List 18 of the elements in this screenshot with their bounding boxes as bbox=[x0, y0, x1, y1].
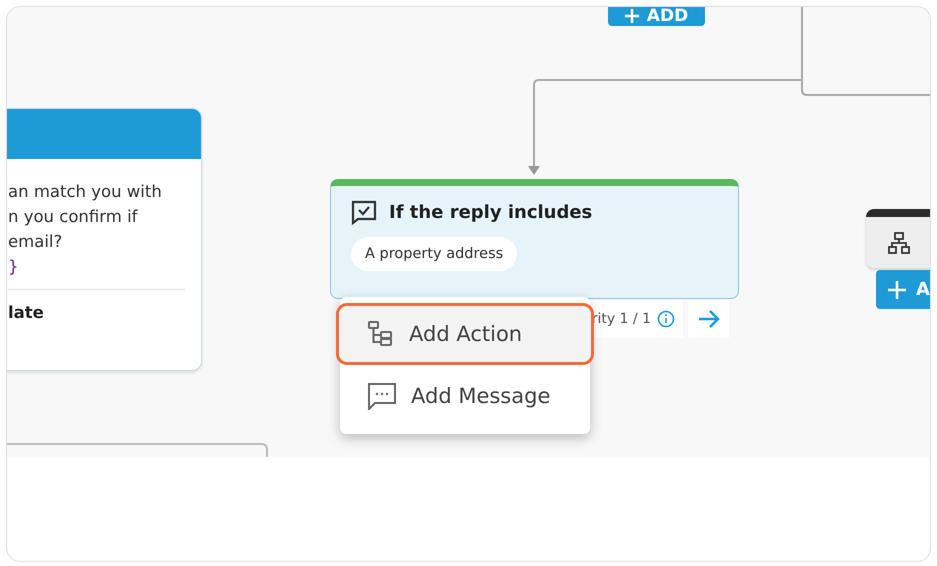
card-footer-label: late bbox=[8, 302, 45, 324]
plus-icon bbox=[888, 280, 906, 298]
message-icon bbox=[367, 382, 397, 410]
menu-item[interactable]: Add Message bbox=[336, 365, 594, 427]
sitemap-icon bbox=[888, 232, 910, 254]
condition-title: If the reply includes bbox=[389, 202, 592, 223]
chat-check-icon bbox=[351, 200, 377, 225]
message-line: n you confirm if bbox=[8, 206, 139, 228]
variable-text: } bbox=[8, 256, 20, 278]
next-button[interactable] bbox=[688, 300, 729, 338]
message-line: an match you with bbox=[8, 181, 163, 203]
message-line: email? bbox=[8, 231, 64, 253]
hierarchy-icon bbox=[367, 320, 395, 348]
menu-item[interactable]: Add Action bbox=[336, 303, 594, 365]
info-icon[interactable] bbox=[657, 310, 675, 328]
arrow-right-icon bbox=[698, 309, 720, 329]
plus-icon bbox=[624, 8, 639, 22]
keyword-chip: A property address bbox=[351, 237, 518, 271]
